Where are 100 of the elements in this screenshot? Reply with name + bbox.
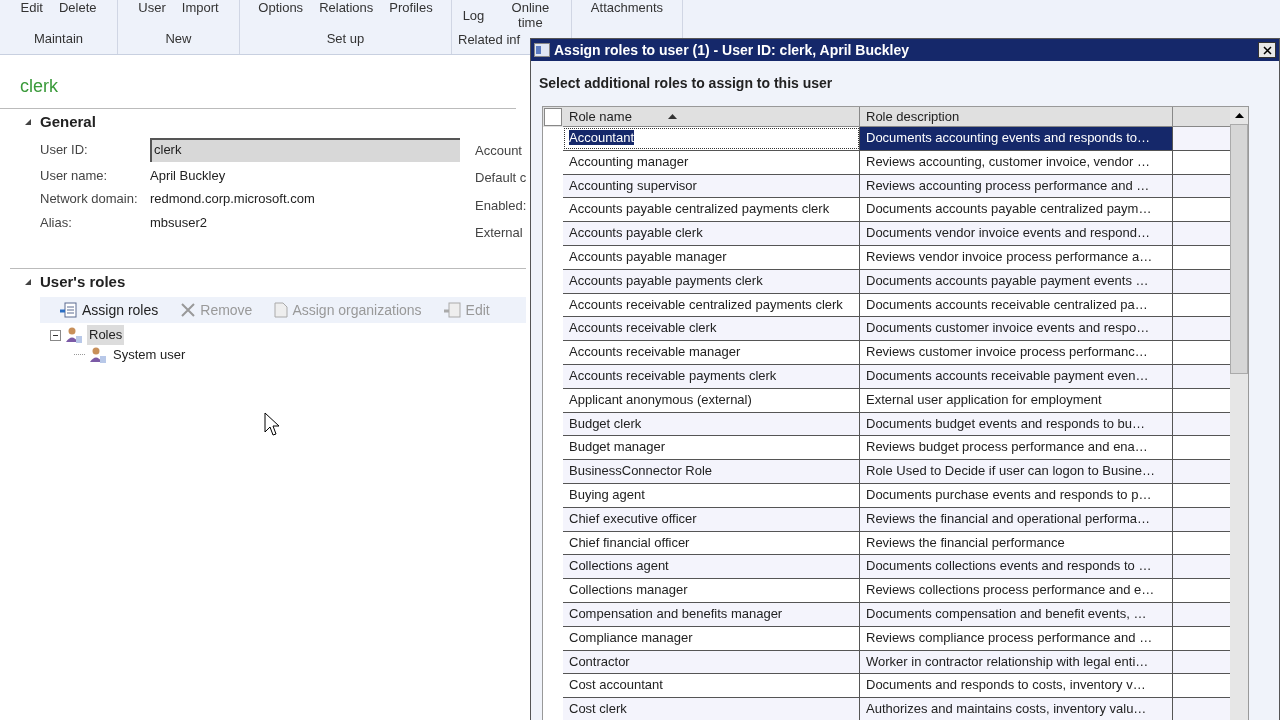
table-cell: Authorizes and maintains costs, inventory valu…	[860, 698, 1173, 720]
table-row[interactable]: Accounts payable payments clerk Documents accounts payable payment events …	[563, 269, 1230, 294]
section-title: User's roles	[40, 271, 126, 292]
table-cell: Documents compensation and benefit events, …	[860, 602, 1173, 626]
table-cell: Worker in contractor relationship with legal enti…	[860, 650, 1173, 674]
ribbon-button[interactable]: Log	[462, 0, 485, 30]
field-value: April Buckley	[150, 166, 226, 185]
user-icon	[65, 326, 83, 344]
field-label: User ID:	[40, 140, 89, 159]
table-cell: Accounts payable payments clerk	[563, 269, 860, 293]
ribbon-button[interactable]: Online time	[500, 0, 561, 30]
table-cell: Reviews vendor invoice process performance a…	[860, 246, 1173, 269]
section-title: General	[40, 112, 96, 132]
ribbon-button[interactable]: Relations	[319, 0, 374, 15]
toolbar-button[interactable]: Assign roles	[60, 299, 159, 321]
table-row[interactable]: Accountant Documents accounting events and responds to…	[563, 127, 1230, 151]
table-row[interactable]: Accounts payable clerk Documents vendor invoice events and respond…	[563, 222, 1230, 246]
table-row[interactable]: Accounts receivable payments clerk Documents accounts receivable payment even…	[563, 364, 1230, 389]
scroll-up-icon[interactable]	[1234, 113, 1244, 118]
table-row[interactable]: Accounting supervisor Reviews accounting process performance and …	[563, 174, 1230, 199]
field-value: mbsuser2	[150, 213, 208, 232]
group-label: Related inf	[458, 31, 522, 49]
table-cell: Chief executive officer	[563, 507, 860, 531]
table-row[interactable]: Accounts receivable centralized payments clerk Documents accounts receivable centralized pa…	[563, 293, 1230, 318]
user-id-field[interactable]: clerk	[150, 137, 460, 162]
table-cell: BusinessConnector Role	[563, 460, 860, 483]
table-row[interactable]: Cost accountant Documents and responds to costs, inventory v…	[563, 674, 1230, 699]
table-cell: Collections manager	[563, 579, 860, 602]
scrollbar[interactable]	[1230, 107, 1248, 720]
table-cell: External user application for employment	[860, 388, 1173, 412]
field-label: External	[475, 224, 524, 242]
tree-item[interactable]: System user	[111, 345, 188, 365]
record-title: clerk	[0, 73, 516, 109]
table-cell: Contractor	[563, 650, 860, 674]
table-row[interactable]: Chief financial officer Reviews the financial performance	[563, 531, 1230, 556]
table-cell: Accounts receivable clerk	[563, 317, 860, 341]
table-row[interactable]: BusinessConnector Role Role Used to Decide if user can logon to Busine…	[563, 460, 1230, 484]
table-cell: Documents and responds to costs, inventory v…	[860, 674, 1173, 698]
table-cell: Reviews accounting, customer invoice, vendor …	[860, 150, 1173, 174]
table-row[interactable]: Collections agent Documents collections events and responds to …	[563, 555, 1230, 580]
close-icon	[1262, 45, 1272, 55]
group-label: Maintain	[32, 29, 85, 48]
ribbon-button[interactable]: Delete	[58, 0, 97, 15]
table-cell: Reviews compliance process performance and …	[860, 626, 1173, 650]
table-row[interactable]: Contractor Worker in contractor relationship with legal enti…	[563, 650, 1230, 675]
table-row[interactable]: Cost clerk Authorizes and maintains costs, inventory valu…	[563, 698, 1230, 720]
table-cell: Reviews budget process performance and ena…	[860, 436, 1173, 460]
ribbon-button[interactable]: User	[138, 0, 166, 15]
table-row[interactable]: Collections manager Reviews collections process performance and e…	[563, 579, 1230, 603]
table-row[interactable]: Accounts receivable clerk Documents customer invoice events and respo…	[563, 317, 1230, 342]
close-button[interactable]	[1258, 42, 1276, 58]
ribbon-button[interactable]: Profiles	[389, 0, 433, 15]
table-row[interactable]: Compensation and benefits manager Documents compensation and benefit events, …	[563, 602, 1230, 627]
field-label: Default c	[475, 169, 527, 187]
table-row[interactable]: Compliance manager Reviews compliance process performance and …	[563, 626, 1230, 651]
table-cell: Accountant	[563, 127, 860, 150]
table-cell: Reviews the financial performance	[860, 531, 1173, 555]
ribbon-button[interactable]: Options	[258, 0, 304, 15]
table-cell: Documents accounts receivable payment even…	[860, 364, 1173, 388]
table-row[interactable]: Accounts receivable manager Reviews customer invoice process performanc…	[563, 341, 1230, 365]
table-cell: Accounts receivable manager	[563, 341, 860, 364]
table-row[interactable]: Budget clerk Documents budget events and responds to bu…	[563, 412, 1230, 437]
table-cell: Buying agent	[563, 483, 860, 507]
field-label: User name:	[40, 166, 109, 185]
table-cell: Reviews accounting process performance and …	[860, 174, 1173, 198]
table-cell: Budget clerk	[563, 412, 860, 436]
window-icon	[534, 43, 550, 57]
table-cell: Accounts receivable centralized payments clerk	[563, 293, 860, 317]
ribbon-button[interactable]: Edit	[20, 0, 43, 15]
field-label: Enabled:	[475, 196, 527, 215]
window-title: Assign roles to user (1) - User ID: clerk, April Buckley	[554, 40, 911, 60]
cursor-icon	[264, 412, 280, 438]
edit-icon	[443, 302, 462, 318]
select-all-checkbox[interactable]	[544, 108, 562, 126]
table-cell: Cost clerk	[563, 698, 860, 720]
collapse-icon[interactable]	[50, 329, 61, 341]
table-row[interactable]: Applicant anonymous (external) External user application for employment	[563, 388, 1230, 413]
table-cell: Accounts payable centralized payments clerk	[563, 198, 860, 222]
table-row[interactable]: Accounts payable manager Reviews vendor invoice process performance a…	[563, 246, 1230, 270]
table-row[interactable]: Budget manager Reviews budget process performance and ena…	[563, 436, 1230, 461]
table-cell: Documents collections events and responds to …	[860, 555, 1173, 579]
table-cell: Accounts receivable payments clerk	[563, 364, 860, 388]
table-cell: Documents accounting events and responds to…	[860, 127, 1173, 150]
table-cell: Documents budget events and responds to bu…	[860, 412, 1173, 436]
table-cell: Compensation and benefits manager	[563, 602, 860, 626]
field-label: Network domain:	[40, 190, 139, 208]
table-row[interactable]: Accounts payable centralized payments clerk Documents accounts payable centralized paym…	[563, 198, 1230, 223]
table-row[interactable]: Buying agent Documents purchase events and responds to p…	[563, 483, 1230, 508]
tree-item[interactable]: Roles	[87, 325, 125, 345]
field-value: redmond.corp.microsoft.com	[150, 190, 315, 208]
table-cell: Documents customer invoice events and respo…	[860, 317, 1173, 341]
table-row[interactable]: Chief executive officer Reviews the financial and operational performa…	[563, 507, 1230, 532]
user-icon	[89, 346, 107, 364]
table-cell: Documents purchase events and responds to p…	[860, 483, 1173, 507]
table-row[interactable]: Accounting manager Reviews accounting, customer invoice, vendor …	[563, 150, 1230, 175]
assign-icon	[60, 302, 78, 318]
table-cell: Accounts payable clerk	[563, 222, 860, 245]
table-cell: Reviews the financial and operational performa…	[860, 507, 1173, 531]
ribbon-button[interactable]: Import	[181, 0, 219, 15]
ribbon-button[interactable]: Attachments	[590, 0, 664, 15]
